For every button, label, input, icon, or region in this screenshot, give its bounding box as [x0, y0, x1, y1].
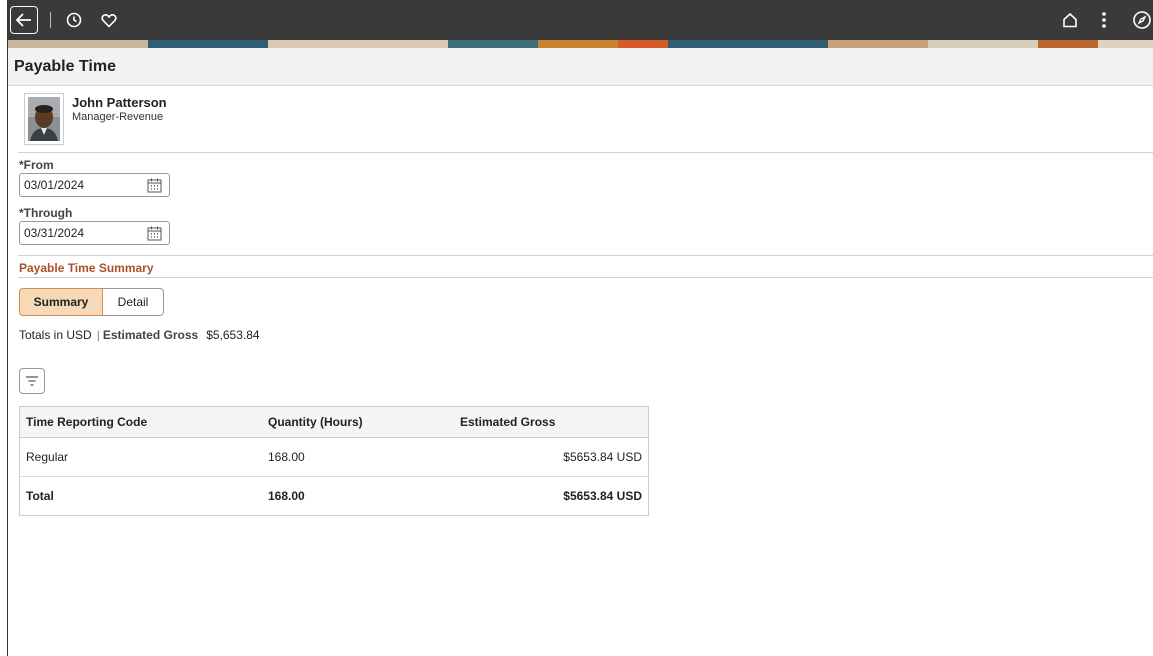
banner-bar [8, 0, 1153, 40]
employee-name: John Patterson [72, 95, 167, 110]
home-button[interactable] [1058, 6, 1082, 34]
through-label: *Through [19, 206, 73, 220]
estimated-gross-label: Estimated Gross [102, 328, 199, 342]
cell-estimated-gross: $5653.84 USD [454, 437, 649, 477]
header-separator [50, 12, 51, 28]
through-date-field[interactable] [19, 221, 170, 245]
banner-decoration [8, 40, 1153, 48]
total-estimated-gross: $5653.84 USD [563, 489, 642, 503]
divider [18, 255, 1153, 256]
divider [18, 152, 1153, 153]
window-edge [0, 0, 7, 656]
filter-icon [26, 376, 38, 386]
favorite-icon [101, 13, 117, 28]
total-quantity: 168.00 [268, 489, 305, 503]
view-toggle: Summary Detail [19, 288, 164, 316]
more-icon [1102, 12, 1106, 28]
actions-menu-button[interactable] [1094, 6, 1114, 34]
calendar-icon[interactable] [147, 178, 162, 193]
divider [18, 277, 1153, 278]
table-row: Regular 168.00 $5653.84 USD [19, 437, 649, 477]
totals-line: Totals in USD | Estimated Gross $5,653.84 [19, 328, 260, 342]
navigator-button[interactable] [1130, 6, 1153, 34]
top-banner [8, 0, 1153, 48]
back-icon [15, 13, 31, 27]
payable-time-table: Time Reporting Code Quantity (Hours) Est… [19, 406, 649, 516]
column-header: Estimated Gross [454, 406, 649, 438]
from-date-input[interactable] [24, 178, 134, 192]
column-header: Quantity (Hours) [262, 406, 454, 438]
table-total-row: Total 168.00 $5653.84 USD [20, 477, 649, 516]
filter-button[interactable] [19, 368, 45, 394]
recent-places-button[interactable] [63, 6, 85, 34]
through-date-input[interactable] [24, 226, 134, 240]
from-label: *From [19, 158, 54, 172]
app-window: Payable Time John Patterson Manager-Reve… [7, 0, 1153, 656]
cell-time-reporting-code: Regular [19, 437, 262, 477]
page-title: Payable Time [14, 58, 116, 75]
detail-tab[interactable]: Detail [103, 288, 164, 316]
totals-separator: | [96, 328, 100, 342]
employee-title: Manager-Revenue [72, 111, 164, 123]
totals-label: Totals in USD [19, 328, 92, 342]
column-header: Time Reporting Code [19, 406, 262, 438]
summary-tab[interactable]: Summary [19, 288, 103, 316]
from-date-field[interactable] [19, 173, 170, 197]
table-header-row: Time Reporting Code Quantity (Hours) Est… [19, 406, 649, 438]
employee-photo [28, 97, 60, 141]
back-button[interactable] [10, 6, 38, 34]
avatar [24, 93, 64, 145]
estimated-gross-value: $5,653.84 [206, 328, 260, 342]
section-title: Payable Time Summary [19, 261, 154, 275]
favorites-button[interactable] [98, 6, 120, 34]
navigator-icon [1133, 11, 1151, 29]
page-title-bar: Payable Time [8, 48, 1153, 86]
history-icon [66, 12, 82, 28]
calendar-icon[interactable] [147, 226, 162, 241]
total-label: Total [26, 489, 54, 503]
home-icon [1063, 12, 1077, 28]
cell-quantity: 168.00 [262, 437, 454, 477]
